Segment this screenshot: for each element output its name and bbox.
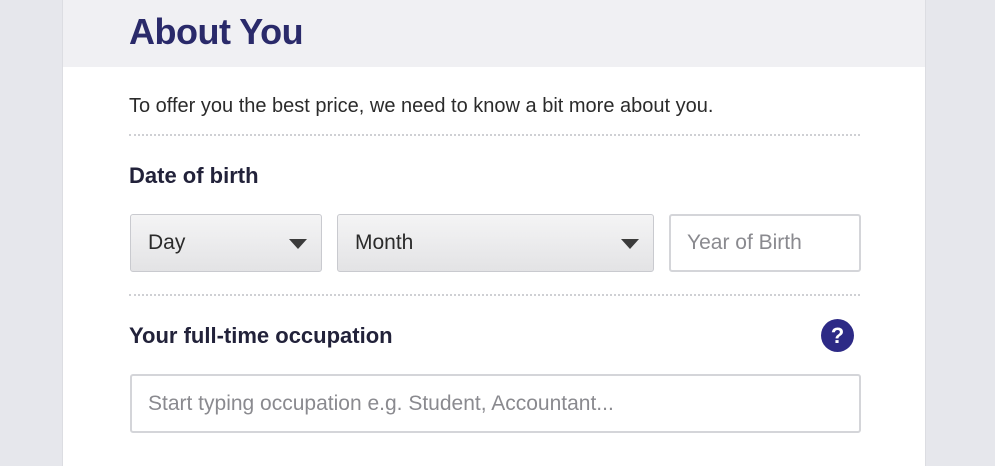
date-of-birth-label: Date of birth <box>129 163 259 188</box>
intro-text: To offer you the best price, we need to … <box>129 95 714 117</box>
page-title: About You <box>129 11 304 52</box>
occupation-label: Your full-time occupation <box>129 323 393 348</box>
year-of-birth-input[interactable] <box>669 214 861 272</box>
section-divider <box>129 294 860 296</box>
question-mark-icon[interactable]: ? <box>821 319 854 352</box>
month-select[interactable]: Month <box>337 214 654 272</box>
chevron-down-icon <box>289 239 307 249</box>
chevron-down-icon <box>621 239 639 249</box>
card-header: About You <box>63 0 925 67</box>
about-you-card: About You To offer you the best price, w… <box>62 0 926 466</box>
day-select-value: Day <box>148 231 186 254</box>
section-divider <box>129 134 860 136</box>
day-select[interactable]: Day <box>130 214 322 272</box>
occupation-input[interactable] <box>130 374 861 433</box>
month-select-value: Month <box>355 231 414 254</box>
